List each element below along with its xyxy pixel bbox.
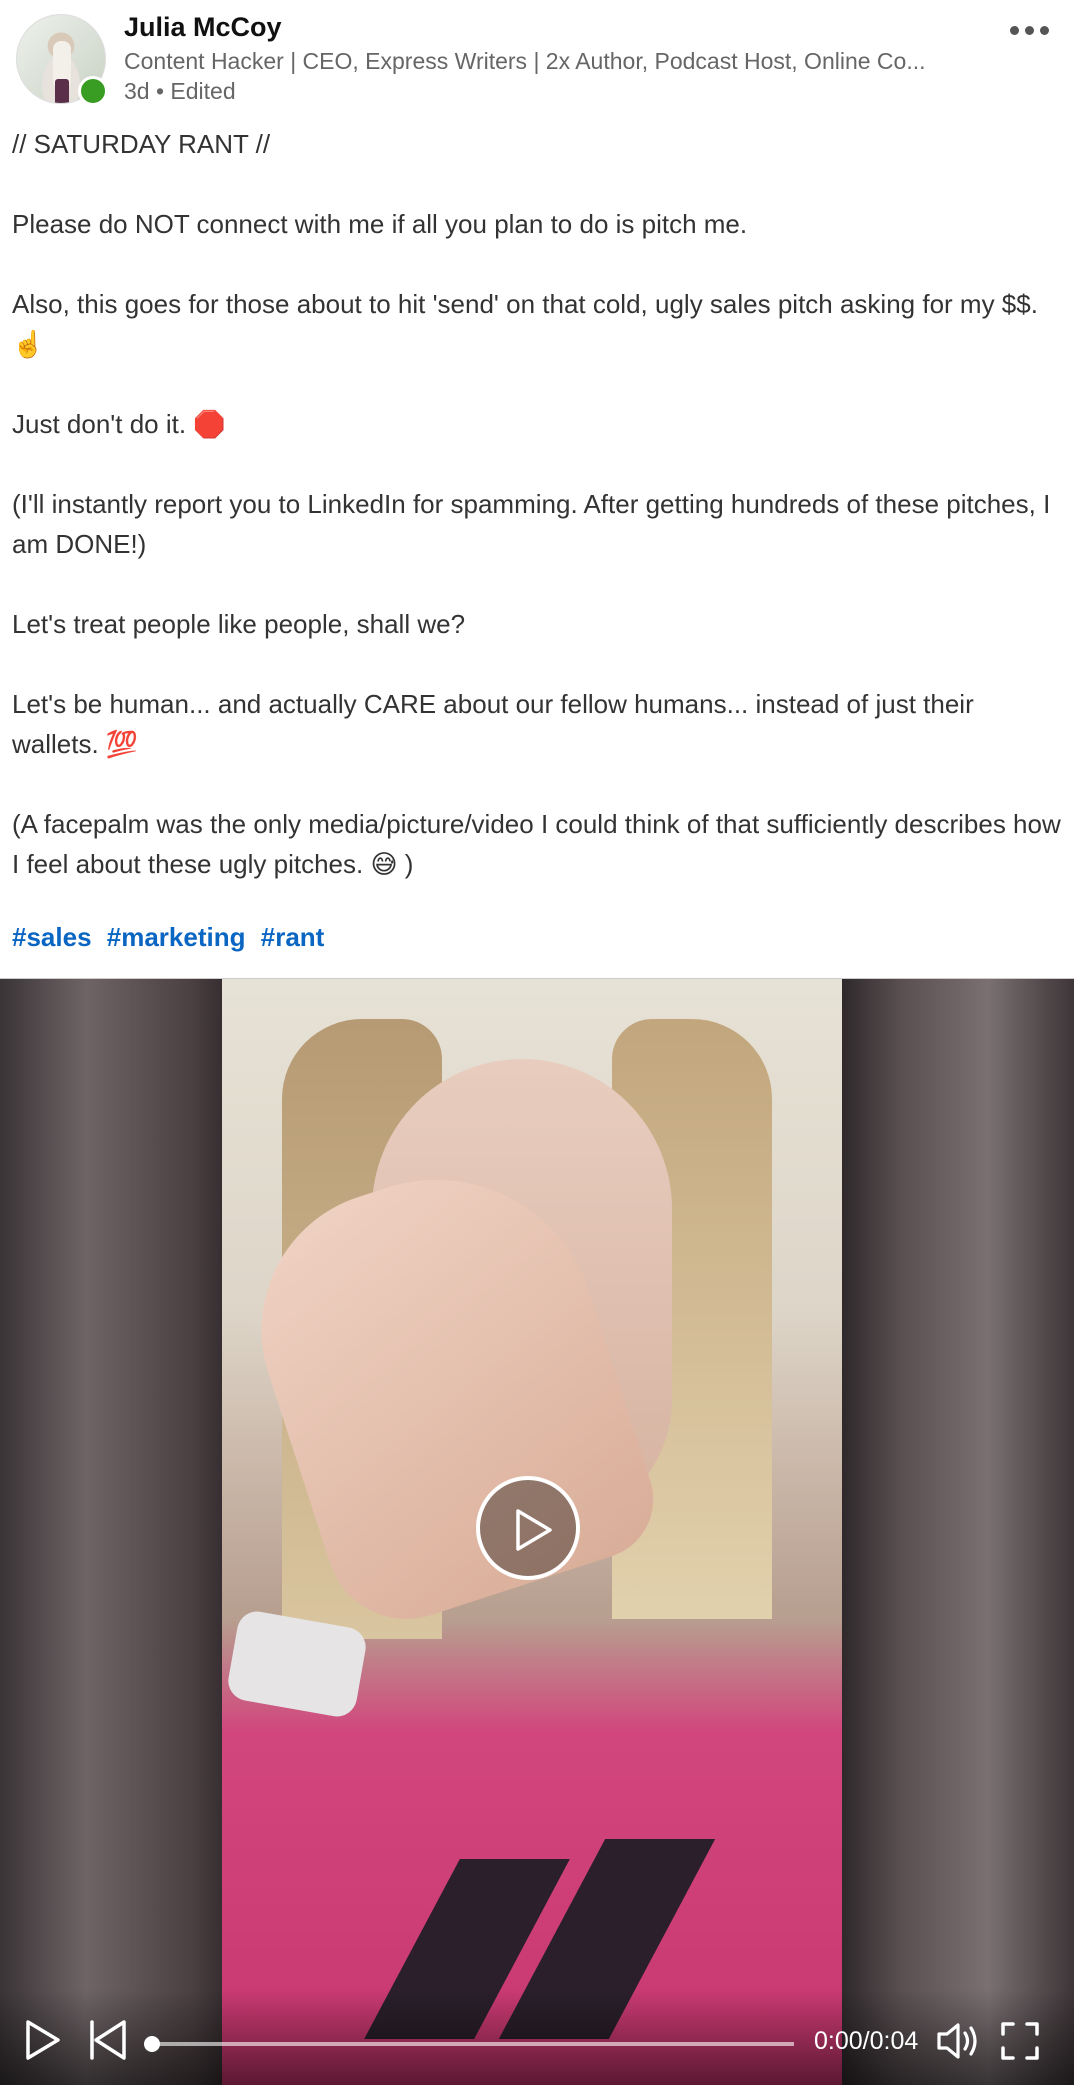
- post-paragraph: Please do NOT connect with me if all you…: [12, 209, 748, 239]
- skip-back-icon: [90, 2020, 126, 2060]
- post-paragraph: Just don't do it. 🛑: [12, 409, 226, 439]
- more-options-button[interactable]: [1010, 18, 1058, 42]
- time-readout: 0:00/0:04: [814, 2027, 919, 2055]
- fullscreen-button[interactable]: [1000, 2021, 1040, 2066]
- post-header: Julia McCoy Content Hacker | CEO, Expres…: [0, 0, 1074, 118]
- volume-icon: [937, 2023, 977, 2059]
- post-paragraph: Also, this goes for those about to hit '…: [12, 289, 1038, 359]
- author-headline: Content Hacker | CEO, Express Writers | …: [124, 48, 926, 74]
- dot-icon: [1025, 25, 1034, 35]
- hashtag-link-sales[interactable]: #sales: [12, 922, 92, 952]
- progress-knob[interactable]: [144, 2036, 160, 2052]
- hashtag-link-rant[interactable]: #rant: [261, 922, 325, 952]
- post-meta: 3d • Edited: [124, 78, 236, 104]
- post-paragraph: // SATURDAY RANT //: [12, 129, 271, 159]
- play-icon: [26, 2020, 60, 2060]
- restart-button[interactable]: [88, 2019, 128, 2066]
- fullscreen-icon: [1001, 2022, 1039, 2060]
- hashtag-link-marketing[interactable]: #marketing: [107, 922, 246, 952]
- post-paragraph: (A facepalm was the only media/picture/v…: [12, 809, 1061, 879]
- video-controls: 0:00/0:04: [0, 1989, 1074, 2085]
- play-button[interactable]: [24, 2019, 62, 2066]
- post-paragraph: (I'll instantly report you to LinkedIn f…: [12, 489, 1051, 559]
- dot-icon: [1040, 25, 1049, 35]
- author-name[interactable]: Julia McCoy: [124, 12, 282, 43]
- progress-bar[interactable]: [144, 2036, 794, 2052]
- dot-icon: [1010, 25, 1019, 35]
- play-icon: [516, 1509, 552, 1551]
- video-player[interactable]: 0:00/0:04: [0, 978, 1074, 2085]
- center-play-button[interactable]: [476, 1476, 580, 1580]
- post-paragraph: Let's be human... and actually CARE abou…: [12, 689, 974, 759]
- avatar-figure-legs: [55, 79, 69, 103]
- online-status-icon: [78, 76, 108, 106]
- post-paragraph: Let's treat people like people, shall we…: [12, 609, 466, 639]
- volume-button[interactable]: [936, 2021, 980, 2066]
- hashtag-list: #sales #marketing #rant: [12, 922, 332, 953]
- post-body: // SATURDAY RANT // Please do NOT connec…: [12, 124, 1062, 924]
